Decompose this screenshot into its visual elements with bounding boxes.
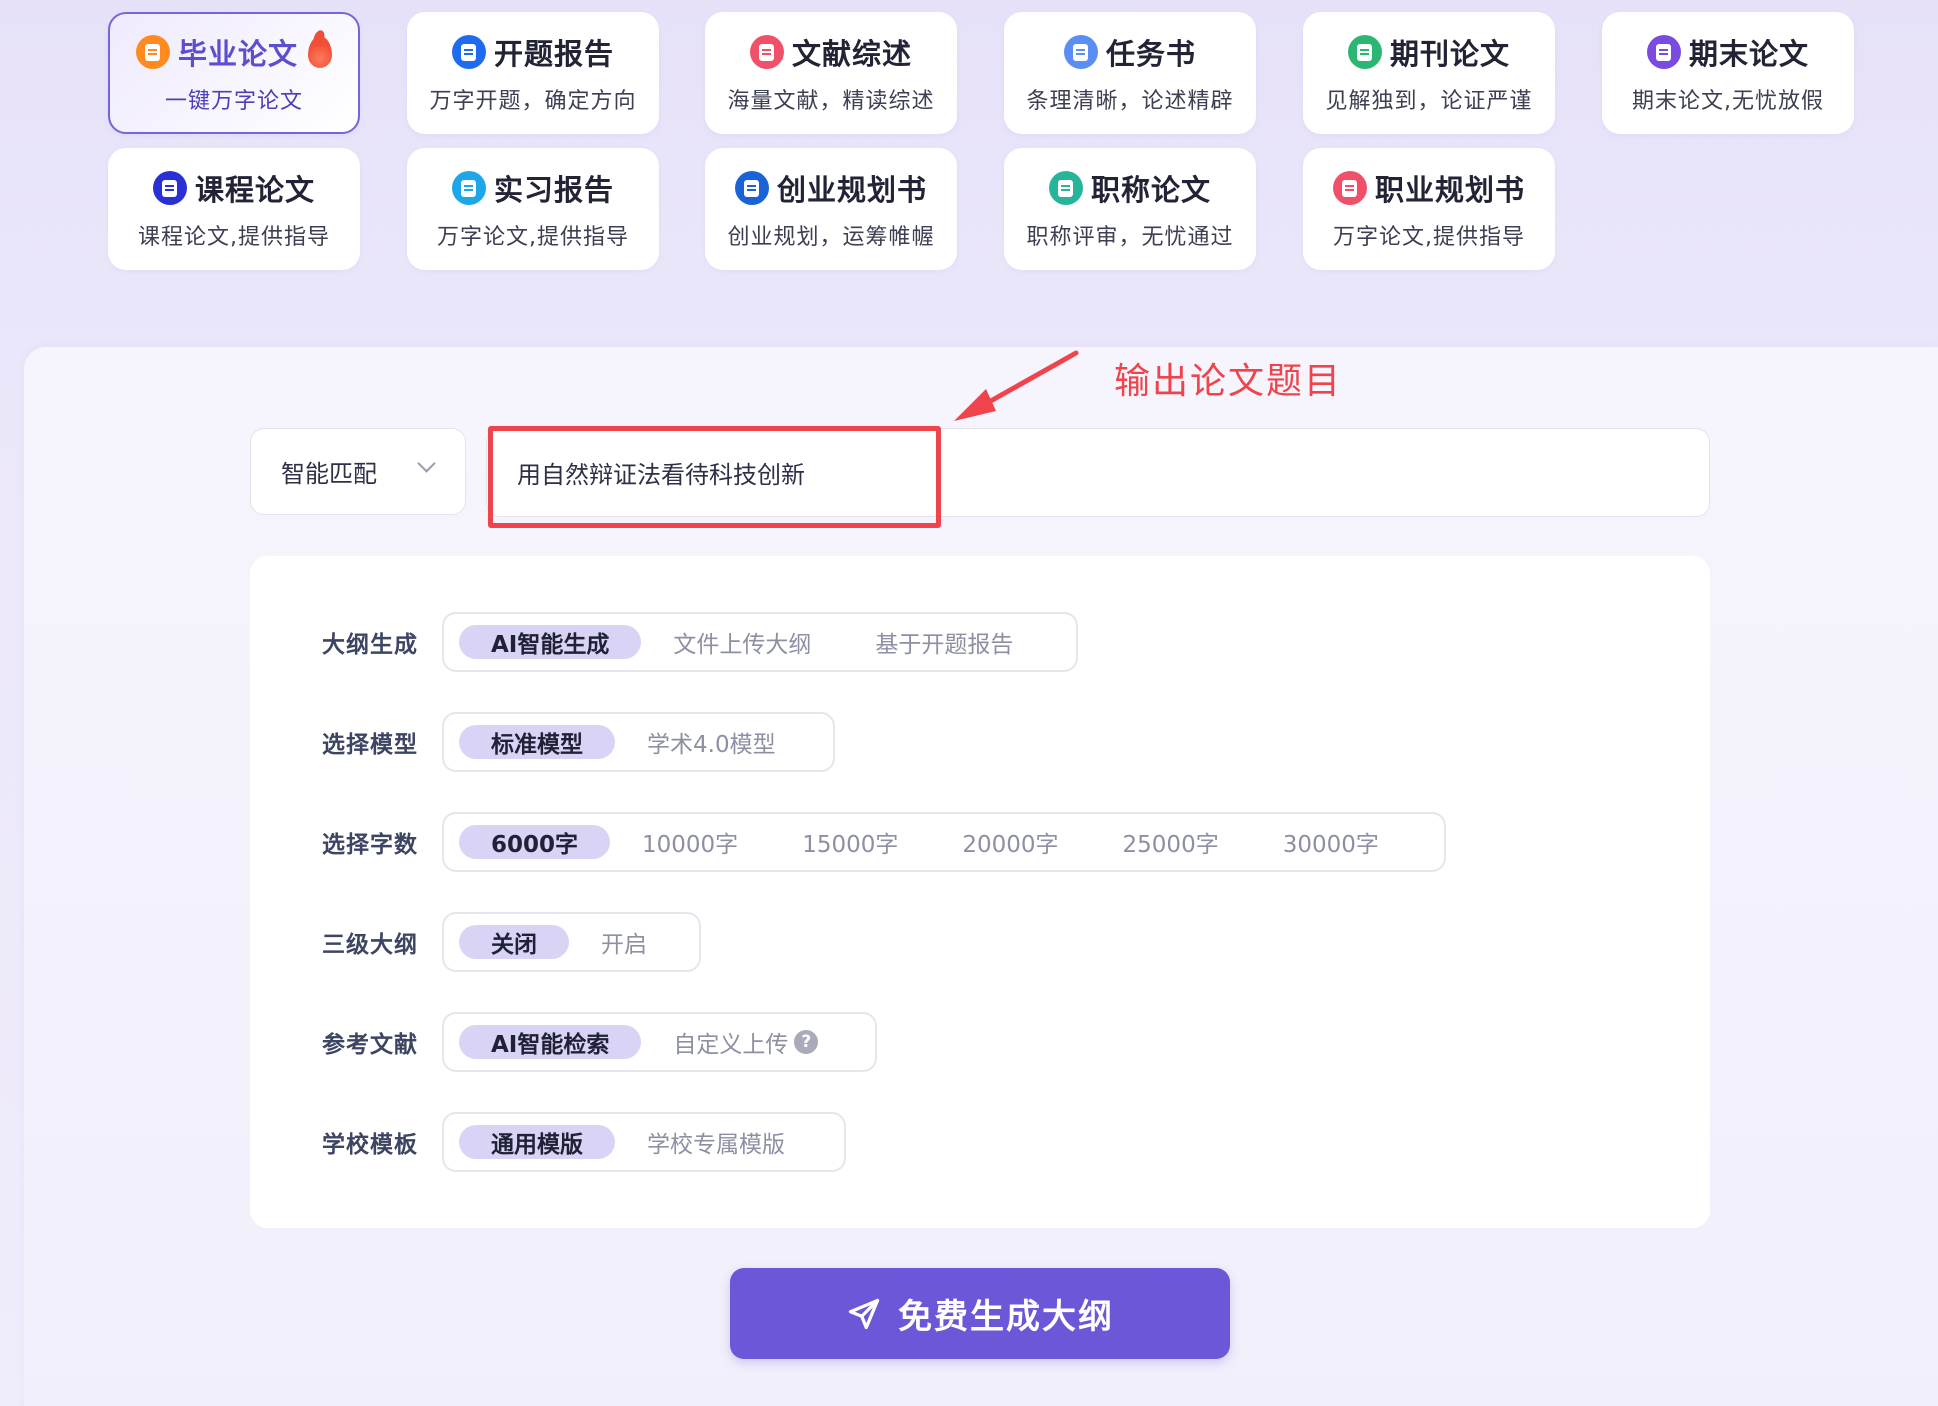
choice-custom-upload[interactable]: 自定义上传 ?	[641, 1025, 850, 1059]
card-subtitle: 条理清晰，论述精辟	[1026, 89, 1234, 114]
card-professional-title-paper[interactable]: 职称论文 职称评审，无忧通过	[1004, 148, 1256, 270]
career-icon	[1332, 171, 1367, 205]
annotation-text: 输出论文题目	[1114, 361, 1343, 402]
category-cards: 毕业论文 一键万字论文 开题报告 万字开题，确定方向 文献综述 海量文献，精读综…	[0, 0, 1938, 300]
segmented-control: AI智能生成 文件上传大纲 基于开题报告	[442, 612, 1078, 672]
course-icon	[152, 171, 187, 205]
card-title: 任务书	[1105, 37, 1196, 71]
options-card: 大纲生成 AI智能生成 文件上传大纲 基于开题报告 选择模型 标准模型 学术4.…	[250, 556, 1710, 1228]
document-icon	[135, 35, 170, 69]
card-title: 职业规划书	[1374, 173, 1525, 207]
card-title: 创业规划书	[776, 173, 927, 207]
mode-select-value: 智能匹配	[281, 460, 377, 488]
card-title: 期末论文	[1688, 37, 1809, 71]
option-label: 三级大纲	[322, 932, 418, 958]
choice-standard-model[interactable]: 标准模型	[459, 725, 615, 759]
segmented-control: 通用模版 学校专属模版	[442, 1112, 846, 1172]
card-title: 开题报告	[493, 37, 614, 71]
card-subtitle: 职称评审，无忧通过	[1026, 225, 1234, 250]
card-subtitle: 万字论文,提供指导	[437, 225, 629, 250]
choice-custom-upload-label: 自定义上传	[673, 1032, 789, 1058]
card-subtitle: 万字开题，确定方向	[429, 89, 637, 114]
card-subtitle: 一键万字论文	[164, 89, 303, 114]
journal-icon	[1347, 35, 1382, 69]
checklist-icon	[1063, 35, 1098, 69]
hot-flame-icon	[308, 36, 332, 68]
segmented-control: 关闭 开启	[442, 912, 701, 972]
choice-30000[interactable]: 30000字	[1251, 825, 1411, 859]
card-subtitle: 见解独到，论证严谨	[1325, 89, 1533, 114]
save-icon	[451, 35, 486, 69]
generate-button-label: 免费生成大纲	[898, 1297, 1114, 1337]
card-title: 课程论文	[194, 173, 315, 207]
plan-icon	[734, 171, 769, 205]
card-internship-report[interactable]: 实习报告 万字论文,提供指导	[407, 148, 659, 270]
card-final-paper[interactable]: 期末论文 期末论文,无忧放假	[1602, 12, 1854, 134]
choice-off[interactable]: 关闭	[459, 925, 569, 959]
choice-school-template[interactable]: 学校专属模版	[615, 1125, 817, 1159]
annotation-arrow-icon	[954, 350, 1079, 421]
choice-on[interactable]: 开启	[569, 925, 679, 959]
layers-icon	[749, 35, 784, 69]
card-title: 文献综述	[791, 37, 912, 71]
card-graduation-thesis[interactable]: 毕业论文 一键万字论文	[108, 12, 360, 134]
topic-input-value: 用自然辩证法看待科技创新	[517, 461, 805, 489]
card-literature-review[interactable]: 文献综述 海量文献，精读综述	[705, 12, 957, 134]
generate-outline-button[interactable]: 免费生成大纲	[730, 1268, 1230, 1359]
card-title: 职称论文	[1090, 173, 1211, 207]
card-course-paper[interactable]: 课程论文 课程论文,提供指导	[108, 148, 360, 270]
card-title: 期刊论文	[1389, 37, 1510, 71]
card-subtitle: 万字论文,提供指导	[1333, 225, 1525, 250]
report-icon	[451, 171, 486, 205]
send-icon	[848, 1298, 880, 1329]
segmented-control: AI智能检索 自定义上传 ?	[442, 1012, 877, 1072]
choice-20000[interactable]: 20000字	[930, 825, 1090, 859]
title-icon	[1048, 171, 1083, 205]
choice-25000[interactable]: 25000字	[1091, 825, 1251, 859]
segmented-control: 标准模型 学术4.0模型	[442, 712, 835, 772]
card-subtitle: 海量文献，精读综述	[727, 89, 935, 114]
choice-ai-search[interactable]: AI智能检索	[459, 1025, 642, 1059]
choice-from-proposal[interactable]: 基于开题报告	[843, 625, 1045, 659]
card-title: 实习报告	[493, 173, 614, 207]
choice-upload-outline[interactable]: 文件上传大纲	[641, 625, 843, 659]
choice-academic-model[interactable]: 学术4.0模型	[615, 725, 808, 759]
choice-general-template[interactable]: 通用模版	[459, 1125, 615, 1159]
choice-15000[interactable]: 15000字	[770, 825, 930, 859]
option-label: 学校模板	[322, 1132, 418, 1158]
option-label: 选择字数	[322, 832, 418, 858]
chevron-down-icon	[417, 454, 436, 473]
exam-icon	[1646, 35, 1681, 69]
card-journal-paper[interactable]: 期刊论文 见解独到，论证严谨	[1303, 12, 1555, 134]
topic-input[interactable]: 用自然辩证法看待科技创新	[486, 428, 1710, 517]
help-icon[interactable]: ?	[794, 1030, 819, 1054]
card-title: 毕业论文	[177, 37, 298, 71]
card-subtitle: 课程论文,提供指导	[138, 225, 330, 250]
card-subtitle: 期末论文,无忧放假	[1632, 89, 1824, 114]
option-label: 大纲生成	[322, 632, 418, 658]
choice-10000[interactable]: 10000字	[610, 825, 770, 859]
choice-6000[interactable]: 6000字	[459, 825, 611, 859]
option-label: 参考文献	[322, 1032, 418, 1058]
choice-ai-generate[interactable]: AI智能生成	[459, 625, 642, 659]
segmented-control: 6000字 10000字 15000字 20000字 25000字 30000字	[442, 812, 1446, 872]
option-label: 选择模型	[322, 732, 418, 758]
card-subtitle: 创业规划，运筹帷幄	[727, 225, 935, 250]
card-task-book[interactable]: 任务书 条理清晰，论述精辟	[1004, 12, 1256, 134]
card-career-plan[interactable]: 职业规划书 万字论文,提供指导	[1303, 148, 1555, 270]
mode-select[interactable]: 智能匹配	[250, 428, 466, 515]
card-business-plan[interactable]: 创业规划书 创业规划，运筹帷幄	[705, 148, 957, 270]
card-proposal-report[interactable]: 开题报告 万字开题，确定方向	[407, 12, 659, 134]
